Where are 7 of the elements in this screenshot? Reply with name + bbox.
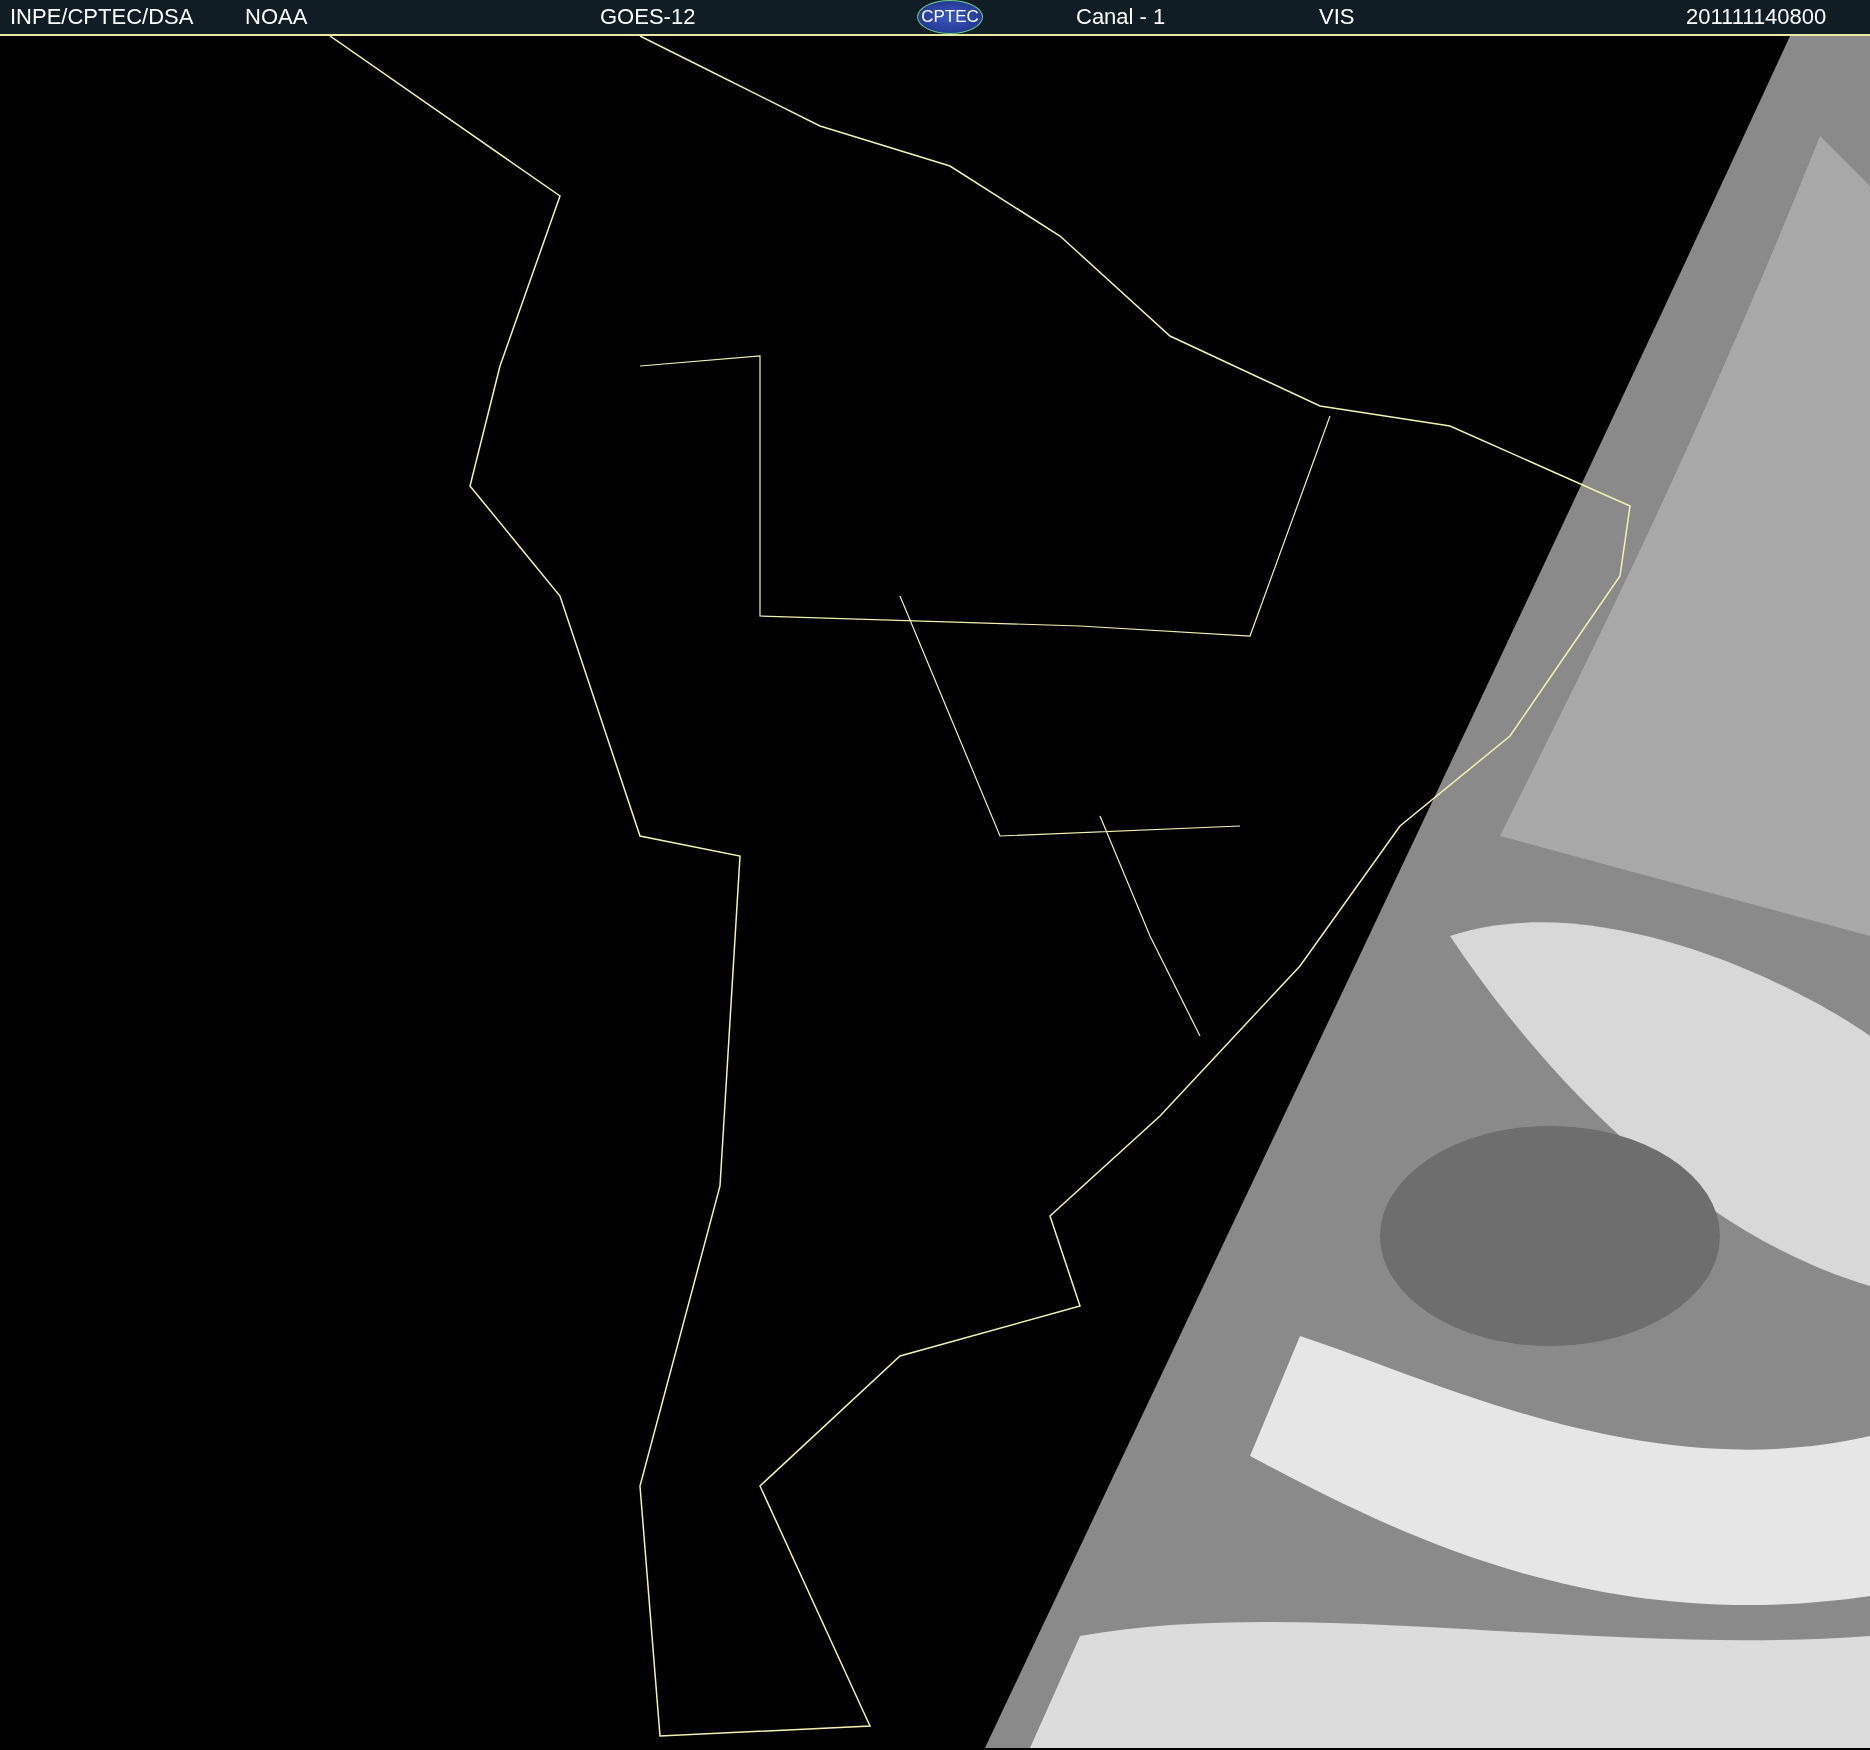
band-label: VIS xyxy=(1319,4,1356,30)
source-label: NOAA xyxy=(245,4,309,30)
agency-label: INPE/CPTEC/DSA xyxy=(10,4,195,30)
timestamp-label: 201111140800 xyxy=(1686,4,1827,30)
satellite-label: GOES-12 xyxy=(600,4,697,30)
channel-label: Canal - 1 xyxy=(1076,4,1167,30)
logo: CPTEC xyxy=(917,0,983,34)
